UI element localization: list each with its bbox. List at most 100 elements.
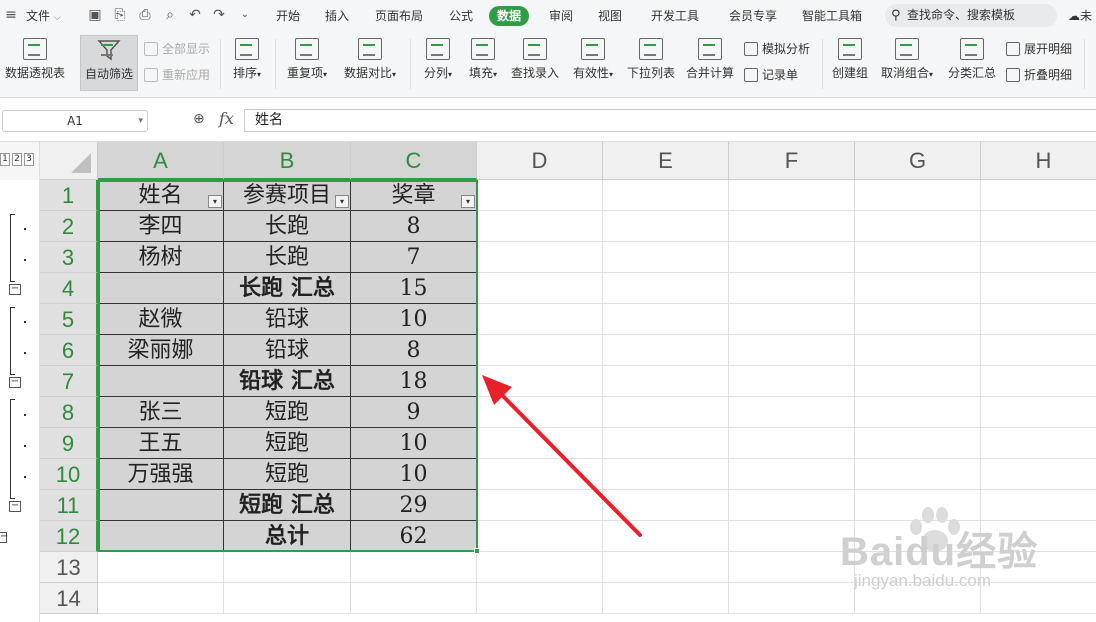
tab-smart-toolbox[interactable]: 智能工具箱 — [802, 6, 862, 26]
row-header-8[interactable]: 8 — [40, 397, 98, 428]
cell-f14[interactable] — [729, 583, 855, 614]
cell-b11[interactable]: 短跑 汇总 — [224, 490, 351, 521]
cell-a11[interactable] — [98, 490, 224, 521]
cell-c4[interactable]: 15 — [351, 273, 477, 304]
cell-b7[interactable]: 铅球 汇总 — [224, 366, 351, 397]
command-search[interactable]: ⚲ 查找命令、搜索模板 — [885, 4, 1057, 27]
cell-f4[interactable] — [729, 273, 855, 304]
select-all-corner[interactable] — [40, 142, 98, 180]
filter-dropdown-a[interactable]: ▾ — [208, 195, 222, 208]
cell-h9[interactable] — [981, 428, 1096, 459]
cell-e5[interactable] — [603, 304, 729, 335]
row-header-4[interactable]: 4 — [40, 273, 98, 304]
row-header-14[interactable]: 14 — [40, 583, 98, 614]
cell-b9[interactable]: 短跑 — [224, 428, 351, 459]
cell-h1[interactable] — [981, 180, 1096, 211]
collapse-total-button[interactable]: − — [0, 532, 8, 543]
cell-h3[interactable] — [981, 242, 1096, 273]
cell-e6[interactable] — [603, 335, 729, 366]
cell-d6[interactable] — [477, 335, 603, 366]
cell-b3[interactable]: 长跑 — [224, 242, 351, 273]
cell-f7[interactable] — [729, 366, 855, 397]
cell-e14[interactable] — [603, 583, 729, 614]
cell-c5[interactable]: 10 — [351, 304, 477, 335]
tab-developer[interactable]: 开发工具 — [651, 6, 699, 26]
cell-c3[interactable]: 7 — [351, 242, 477, 273]
tab-formula[interactable]: 公式 — [449, 6, 473, 26]
formula-input[interactable]: 姓名 — [244, 109, 1096, 132]
cell-b14[interactable] — [224, 583, 351, 614]
dropdown-list-button[interactable]: 下拉列表 — [624, 35, 678, 91]
cell-f11[interactable] — [729, 490, 855, 521]
cell-b1[interactable]: 参赛项目 — [224, 180, 351, 211]
cell-g4[interactable] — [855, 273, 981, 304]
expand-detail-button[interactable]: 展开明细 — [1004, 40, 1072, 58]
collapse-detail-button[interactable]: 折叠明细 — [1004, 66, 1072, 84]
sort-button[interactable]: 排序▾ — [226, 35, 268, 91]
column-header-a[interactable]: A — [98, 142, 224, 180]
lookup-entry-button[interactable]: 查找录入 — [509, 35, 561, 91]
tab-data[interactable]: 数据 — [489, 6, 530, 26]
validity-button[interactable]: 有效性▾ — [567, 35, 619, 91]
cell-a4[interactable] — [98, 273, 224, 304]
save-icon[interactable]: ▣ — [86, 6, 104, 24]
cell-h4[interactable] — [981, 273, 1096, 304]
cell-c2[interactable]: 8 — [351, 211, 477, 242]
cell-c9[interactable]: 10 — [351, 428, 477, 459]
cell-g11[interactable] — [855, 490, 981, 521]
print-preview-icon[interactable]: ⌕ — [161, 6, 179, 24]
reapply-button[interactable]: 重新应用 — [142, 66, 210, 84]
cell-b4[interactable]: 长跑 汇总 — [224, 273, 351, 304]
cell-a1[interactable]: 姓名 — [98, 180, 224, 211]
cell-c11[interactable]: 29 — [351, 490, 477, 521]
cloud-sync[interactable]: ☁未 — [1068, 6, 1092, 26]
cell-a12[interactable] — [98, 521, 224, 552]
cell-f2[interactable] — [729, 211, 855, 242]
cell-c6[interactable]: 8 — [351, 335, 477, 366]
cell-c8[interactable]: 9 — [351, 397, 477, 428]
filter-dropdown-c[interactable]: ▾ — [461, 195, 475, 208]
cell-h8[interactable] — [981, 397, 1096, 428]
cell-f1[interactable] — [729, 180, 855, 211]
duplicates-button[interactable]: 重复项▾ — [282, 35, 332, 91]
tab-home[interactable]: 开始 — [276, 6, 300, 26]
undo-icon[interactable]: ↶ — [186, 6, 204, 24]
cell-h12[interactable] — [981, 521, 1096, 552]
cell-f8[interactable] — [729, 397, 855, 428]
quick-access-dropdown-icon[interactable]: ⌄ — [236, 6, 254, 24]
collapse-group-button[interactable]: − — [9, 284, 21, 295]
fill-handle[interactable] — [474, 548, 480, 554]
outline-level-2-button[interactable]: 2 — [12, 153, 22, 166]
collapse-group-button[interactable]: − — [9, 501, 21, 512]
cell-g14[interactable] — [855, 583, 981, 614]
cell-b6[interactable]: 铅球 — [224, 335, 351, 366]
hamburger-icon[interactable]: ≡ — [4, 6, 18, 24]
outline-level-3-button[interactable]: 3 — [24, 153, 34, 166]
cell-f6[interactable] — [729, 335, 855, 366]
cell-h5[interactable] — [981, 304, 1096, 335]
column-header-g[interactable]: G — [855, 142, 981, 180]
cell-a7[interactable] — [98, 366, 224, 397]
cell-a2[interactable]: 李四 — [98, 211, 224, 242]
cell-a14[interactable] — [98, 583, 224, 614]
row-header-10[interactable]: 10 — [40, 459, 98, 490]
cell-g10[interactable] — [855, 459, 981, 490]
cell-a5[interactable]: 赵微 — [98, 304, 224, 335]
row-header-13[interactable]: 13 — [40, 552, 98, 583]
cell-d2[interactable] — [477, 211, 603, 242]
column-header-h[interactable]: H — [981, 142, 1096, 180]
data-compare-button[interactable]: 数据对比▾ — [340, 35, 400, 91]
cell-e2[interactable] — [603, 211, 729, 242]
cell-f10[interactable] — [729, 459, 855, 490]
column-header-f[interactable]: F — [729, 142, 855, 180]
cell-h14[interactable] — [981, 583, 1096, 614]
cell-h10[interactable] — [981, 459, 1096, 490]
row-header-5[interactable]: 5 — [40, 304, 98, 335]
print-icon[interactable]: ⎙ — [136, 6, 154, 24]
cell-e13[interactable] — [603, 552, 729, 583]
chevron-down-icon[interactable]: ▾ — [138, 111, 143, 131]
whatif-analysis-button[interactable]: 模拟分析 — [742, 40, 810, 58]
row-header-6[interactable]: 6 — [40, 335, 98, 366]
cell-b8[interactable]: 短跑 — [224, 397, 351, 428]
cell-c10[interactable]: 10 — [351, 459, 477, 490]
